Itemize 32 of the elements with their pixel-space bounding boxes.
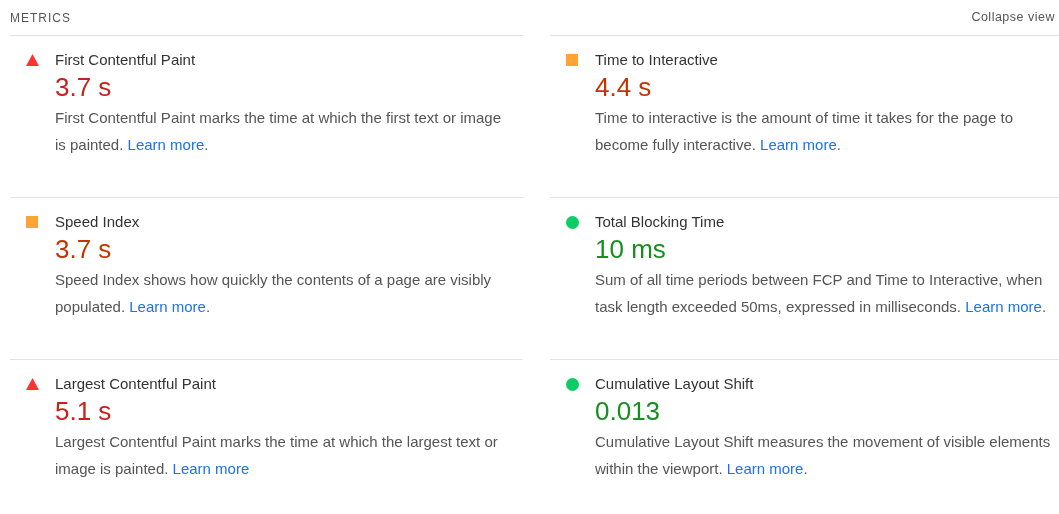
metric-value: 0.013 — [595, 395, 661, 428]
metric-title: First Contentful Paint — [55, 50, 196, 70]
learn-more-link[interactable]: Learn more — [127, 136, 205, 153]
metric-description: Time to interactive is the amount of time it takes for the page to become fully interactive. Learn more. — [595, 108, 1014, 155]
square-icon — [26, 216, 38, 228]
circle-icon — [566, 216, 579, 229]
metric-value: 3.7 s — [55, 71, 112, 104]
metric-description: Speed Index shows how quickly the contents of a page are visibly populated. Learn more. — [55, 270, 493, 317]
metric-title: Cumulative Layout Shift — [595, 374, 754, 394]
metric-value: 10 ms — [595, 233, 666, 266]
metric-description: First Contentful Paint marks the time at which the first text or image is painted. Learn more. — [55, 108, 502, 155]
triangle-icon — [26, 54, 39, 66]
metric-title: Total Blocking Time — [595, 212, 725, 232]
section-title: METRICS — [10, 9, 71, 27]
metric-value: 4.4 s — [595, 71, 652, 104]
metric-value: 5.1 s — [55, 395, 112, 428]
metric-description: Largest Contentful Paint marks the time at which the largest text or image is painted. Learn more — [55, 432, 499, 479]
collapse-view-link[interactable]: Collapse view — [971, 8, 1055, 27]
metric-value: 3.7 s — [55, 233, 112, 266]
learn-more-link[interactable]: Learn more — [760, 136, 837, 153]
square-icon — [566, 54, 578, 66]
metric-description: Sum of all time periods between FCP and Time to Interactive, when task length exceeded 50ms, expressed in milliseconds. Learn more. — [595, 270, 1048, 317]
learn-more-link[interactable]: Learn more — [129, 298, 206, 315]
metric-title: Time to Interactive — [595, 50, 718, 70]
metric-description: Cumulative Layout Shift measures the movement of visible elements within the viewport. Learn more. — [595, 432, 1052, 479]
triangle-icon — [26, 378, 39, 390]
learn-more-link[interactable]: Learn more — [726, 460, 804, 477]
metric-title: Speed Index — [55, 212, 140, 232]
metric-title: Largest Contentful Paint — [55, 374, 216, 394]
circle-icon — [566, 378, 579, 391]
learn-more-link[interactable]: Learn more — [172, 460, 250, 477]
learn-more-link[interactable]: Learn more — [965, 298, 1042, 315]
